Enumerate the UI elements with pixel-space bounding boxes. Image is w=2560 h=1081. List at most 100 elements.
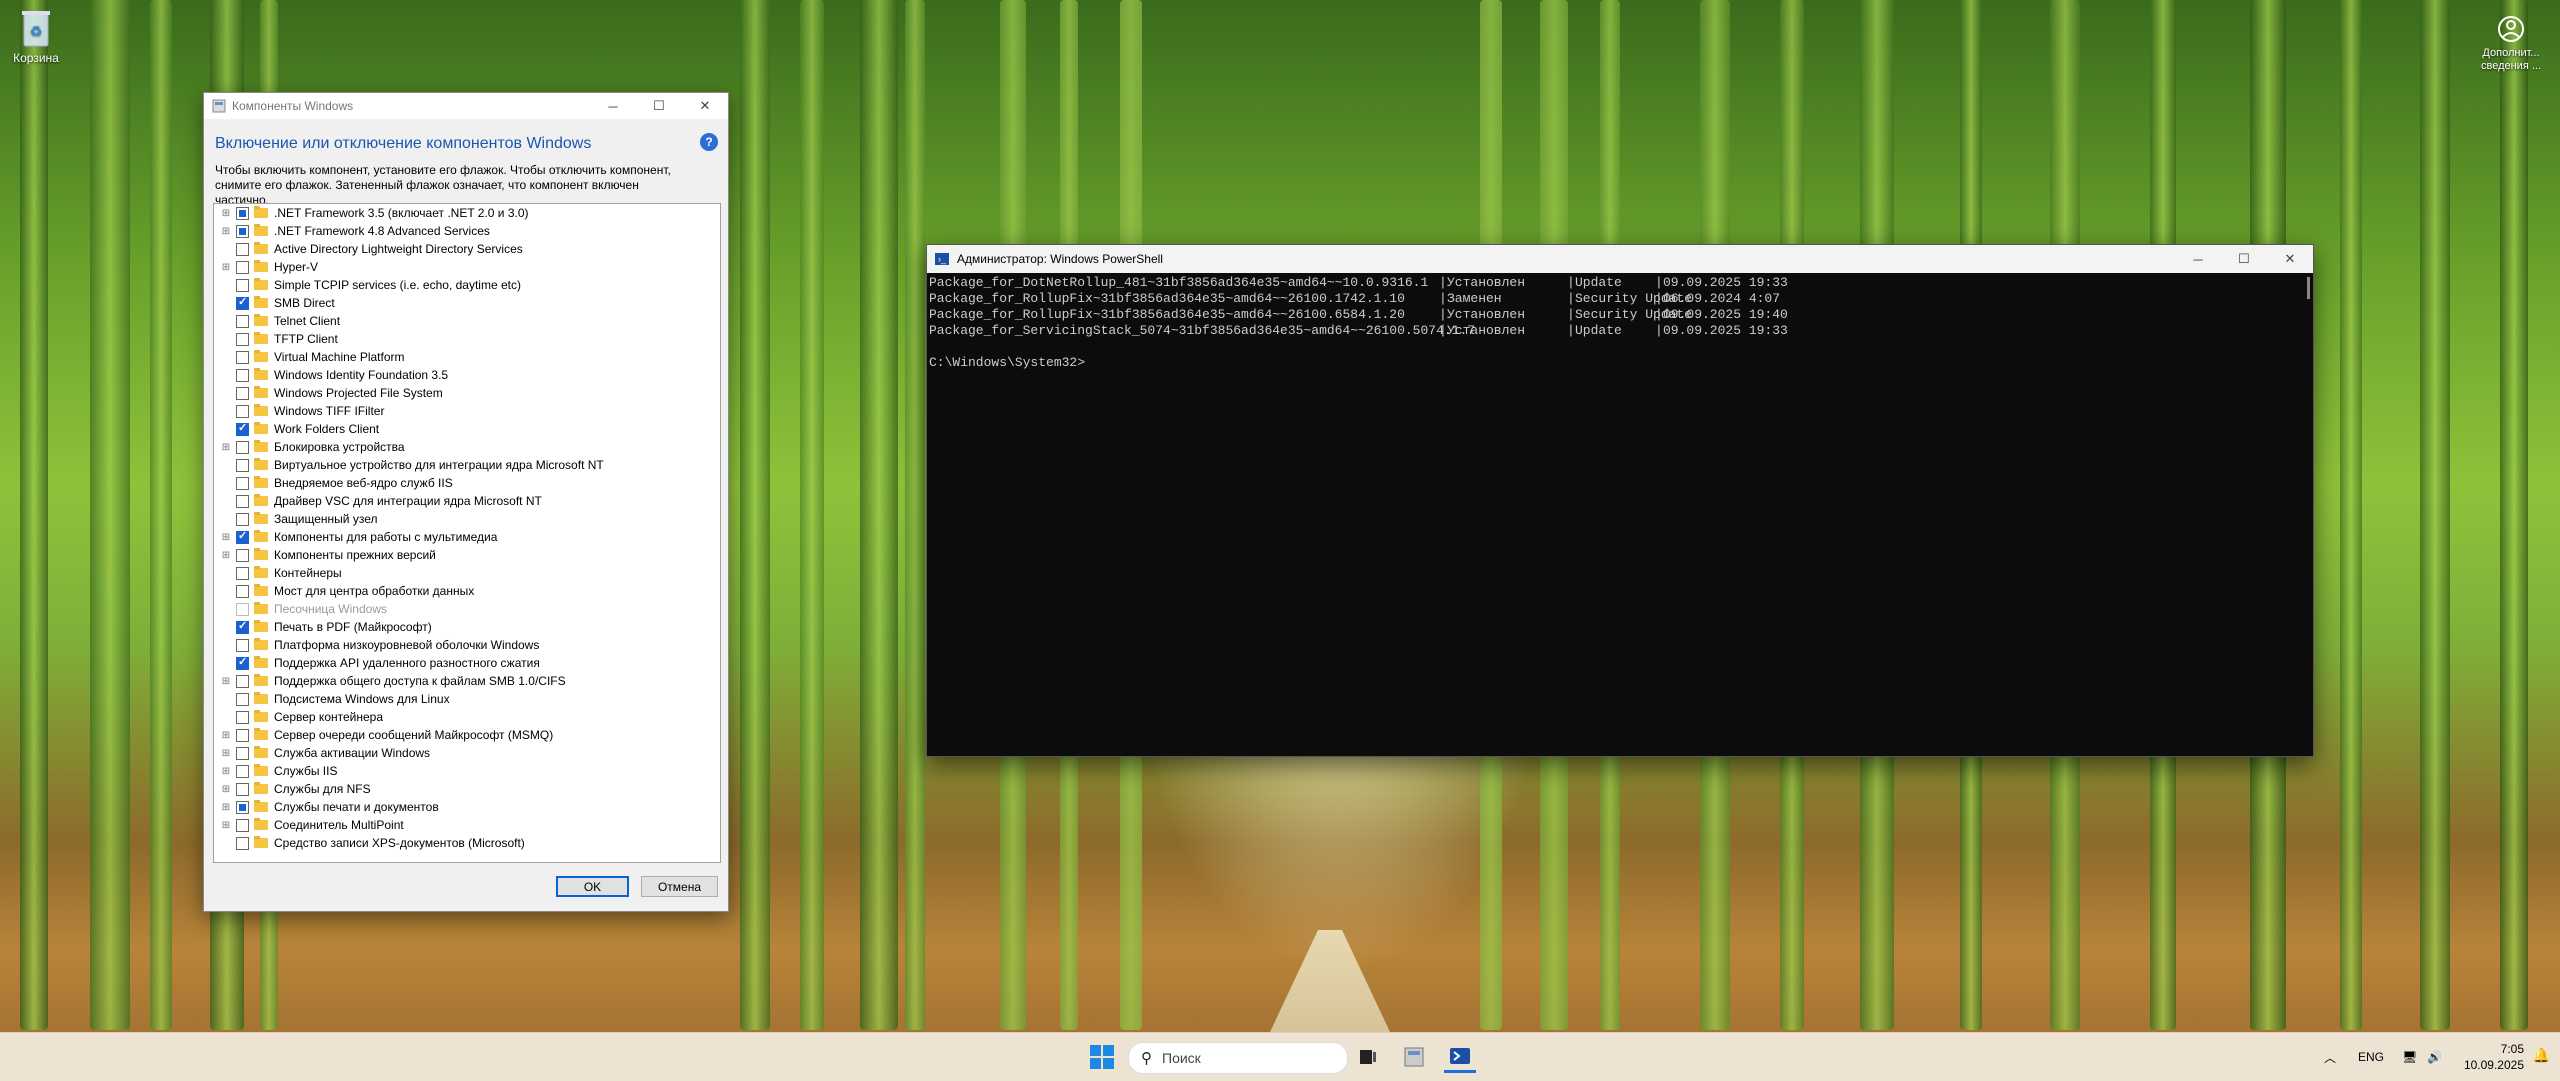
feature-checkbox[interactable] <box>236 548 249 562</box>
feature-item[interactable]: ⊞ Компоненты для работы с мультимедиа <box>214 528 720 546</box>
feature-item[interactable]: Виртуальное устройство для интеграции яд… <box>214 456 720 474</box>
feature-checkbox[interactable] <box>236 692 249 706</box>
expand-plus-icon[interactable]: ⊞ <box>219 744 233 762</box>
ps-minimize-button[interactable]: ─ <box>2175 246 2221 272</box>
expand-plus-icon[interactable]: ⊞ <box>219 258 233 276</box>
help-icon[interactable]: ? <box>700 133 718 151</box>
feature-checkbox[interactable] <box>236 638 249 652</box>
feature-item[interactable]: Платформа низкоуровневой оболочки Window… <box>214 636 720 654</box>
console-output[interactable]: Package_for_DotNetRollup_481~31bf3856ad3… <box>929 275 2299 371</box>
feature-checkbox[interactable] <box>236 476 249 490</box>
feature-item[interactable]: Мост для центра обработки данных <box>214 582 720 600</box>
feature-item[interactable]: ⊞ Соединитель MultiPoint <box>214 816 720 834</box>
expand-plus-icon[interactable]: ⊞ <box>219 726 233 744</box>
feature-item[interactable]: Active Directory Lightweight Directory S… <box>214 240 720 258</box>
ps-maximize-button[interactable]: ☐ <box>2221 246 2267 272</box>
network-icon[interactable]: 🖥 <box>2402 1050 2417 1064</box>
feature-checkbox[interactable] <box>236 332 249 346</box>
expand-plus-icon[interactable]: ⊞ <box>219 546 233 564</box>
language-indicator[interactable]: ENG <box>2358 1050 2384 1064</box>
feature-item[interactable]: ⊞ Поддержка общего доступа к файлам SMB 1… <box>214 672 720 690</box>
feature-checkbox[interactable] <box>236 206 249 220</box>
close-button[interactable]: ✕ <box>682 93 728 119</box>
dialog-titlebar[interactable]: Компоненты Windows ─ ☐ ✕ <box>204 93 728 119</box>
expand-plus-icon[interactable]: ⊞ <box>219 438 233 456</box>
feature-checkbox[interactable] <box>236 440 249 454</box>
feature-checkbox[interactable] <box>236 836 249 850</box>
feature-item[interactable]: Сервер контейнера <box>214 708 720 726</box>
feature-checkbox[interactable] <box>236 278 249 292</box>
feature-item[interactable]: Контейнеры <box>214 564 720 582</box>
feature-checkbox[interactable] <box>236 674 249 688</box>
powershell-titlebar[interactable]: ›_ Администратор: Windows PowerShell ─ ☐… <box>927 245 2313 273</box>
feature-checkbox[interactable] <box>236 404 249 418</box>
feature-checkbox[interactable] <box>236 764 249 778</box>
feature-item[interactable]: Windows Projected File System <box>214 384 720 402</box>
feature-checkbox[interactable] <box>236 746 249 760</box>
feature-checkbox[interactable] <box>236 260 249 274</box>
feature-checkbox[interactable] <box>236 512 249 526</box>
feature-checkbox[interactable] <box>236 458 249 472</box>
feature-checkbox[interactable] <box>236 710 249 724</box>
feature-item[interactable]: Telnet Client <box>214 312 720 330</box>
feature-checkbox[interactable] <box>236 295 249 310</box>
feature-checkbox[interactable] <box>236 314 249 328</box>
feature-item[interactable]: ⊞ Hyper-V <box>214 258 720 276</box>
feature-checkbox[interactable] <box>236 619 249 634</box>
features-tree[interactable]: ⊞ .NET Framework 3.5 (включает .NET 2.0 и… <box>213 203 721 863</box>
feature-item[interactable]: Песочница Windows <box>214 600 720 618</box>
feature-checkbox[interactable] <box>236 655 249 670</box>
expand-plus-icon[interactable]: ⊞ <box>219 798 233 816</box>
feature-item[interactable]: Virtual Machine Platform <box>214 348 720 366</box>
minimize-button[interactable]: ─ <box>590 93 636 119</box>
volume-icon[interactable]: 🔊 <box>2427 1050 2442 1064</box>
feature-item[interactable]: Средство записи XPS-документов (Microsof… <box>214 834 720 852</box>
expand-plus-icon[interactable]: ⊞ <box>219 204 233 222</box>
feature-item[interactable]: ⊞ Сервер очереди сообщений Майкрософт (MS… <box>214 726 720 744</box>
feature-checkbox[interactable] <box>236 386 249 400</box>
feature-checkbox[interactable] <box>236 818 249 832</box>
feature-item[interactable]: ⊞ Службы IIS <box>214 762 720 780</box>
maximize-button[interactable]: ☐ <box>636 93 682 119</box>
feature-checkbox[interactable] <box>236 529 249 544</box>
expand-plus-icon[interactable]: ⊞ <box>219 780 233 798</box>
expand-plus-icon[interactable]: ⊞ <box>219 762 233 780</box>
feature-checkbox[interactable] <box>236 782 249 796</box>
feature-checkbox[interactable] <box>236 368 249 382</box>
task-view-button[interactable] <box>1352 1041 1384 1073</box>
search-input[interactable] <box>1160 1049 1324 1067</box>
console-scrollbar[interactable] <box>2307 277 2310 299</box>
feature-item[interactable]: TFTP Client <box>214 330 720 348</box>
feature-item[interactable]: ⊞ Службы печати и документов <box>214 798 720 816</box>
feature-item[interactable]: Поддержка API удаленного разностного сжа… <box>214 654 720 672</box>
feature-checkbox[interactable] <box>236 242 249 256</box>
feature-item[interactable]: Simple TCPIP services (i.e. echo, daytim… <box>214 276 720 294</box>
feature-checkbox[interactable] <box>236 350 249 364</box>
feature-item[interactable]: ⊞ Служба активации Windows <box>214 744 720 762</box>
feature-item[interactable]: Внедряемое веб-ядро служб IIS <box>214 474 720 492</box>
feature-item[interactable]: Work Folders Client <box>214 420 720 438</box>
recycle-bin-icon[interactable]: ♻ Корзина <box>6 8 66 65</box>
feature-checkbox[interactable] <box>236 421 249 436</box>
feature-checkbox[interactable] <box>236 800 249 814</box>
feature-item[interactable]: ⊞ Компоненты прежних версий <box>214 546 720 564</box>
feature-item[interactable]: ⊞ Службы для NFS <box>214 780 720 798</box>
feature-item[interactable]: Подсистема Windows для Linux <box>214 690 720 708</box>
feature-item[interactable]: SMB Direct <box>214 294 720 312</box>
expand-plus-icon[interactable]: ⊞ <box>219 528 233 546</box>
expand-plus-icon[interactable]: ⊞ <box>219 672 233 690</box>
feature-checkbox[interactable] <box>236 728 249 742</box>
clock[interactable]: 7:05 10.09.2025 <box>2464 1041 2524 1073</box>
ps-close-button[interactable]: ✕ <box>2267 246 2313 272</box>
feature-item[interactable]: ⊞ .NET Framework 4.8 Advanced Services <box>214 222 720 240</box>
expand-plus-icon[interactable]: ⊞ <box>219 816 233 834</box>
ok-button[interactable]: OK <box>556 876 629 897</box>
cancel-button[interactable]: Отмена <box>641 876 718 897</box>
feature-item[interactable]: Печать в PDF (Майкрософт) <box>214 618 720 636</box>
feature-item[interactable]: Драйвер VSC для интеграции ядра Microsof… <box>214 492 720 510</box>
feature-item[interactable]: ⊞ Блокировка устройства <box>214 438 720 456</box>
feature-item[interactable]: Windows TIFF IFilter <box>214 402 720 420</box>
taskbar-features-app[interactable] <box>1398 1041 1430 1073</box>
feature-checkbox[interactable] <box>236 494 249 508</box>
console-prompt[interactable]: C:\Windows\System32> <box>929 355 2299 371</box>
